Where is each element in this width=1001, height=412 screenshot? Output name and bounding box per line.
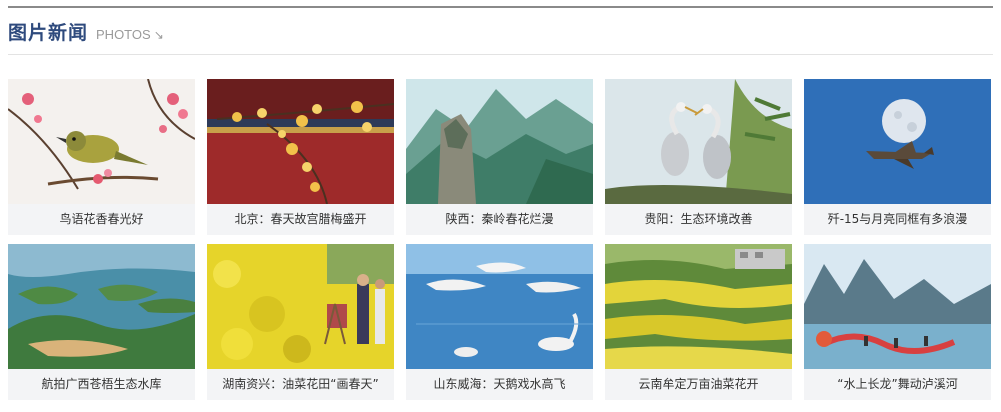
- photo-caption[interactable]: 贵阳：生态环境改善: [605, 204, 792, 235]
- photo-thumbnail[interactable]: [8, 244, 195, 369]
- photo-caption[interactable]: 云南牟定万亩油菜花开: [605, 369, 792, 400]
- section-title[interactable]: 图片新闻: [8, 18, 88, 45]
- photo-caption[interactable]: 湖南资兴：油菜花田“画春天”: [207, 369, 394, 400]
- bird-on-blossom-image: [8, 79, 195, 204]
- photo-card[interactable]: 北京：春天故宫腊梅盛开: [207, 79, 394, 235]
- qinling-mountains-image: [406, 79, 593, 204]
- wintersweet-palace-image: [207, 79, 394, 204]
- photo-card[interactable]: 歼-15与月亮同框有多浪漫: [804, 79, 991, 235]
- photo-thumbnail[interactable]: [207, 79, 394, 204]
- herons-image: [605, 79, 792, 204]
- rapeseed-painters-image: [207, 244, 394, 369]
- photo-thumbnail[interactable]: [207, 244, 394, 369]
- photo-thumbnail[interactable]: [605, 244, 792, 369]
- photo-thumbnail[interactable]: [406, 244, 593, 369]
- terraced-fields-image: [605, 244, 792, 369]
- photo-card[interactable]: 贵阳：生态环境改善: [605, 79, 792, 235]
- jet-and-moon-image: [804, 79, 991, 204]
- photo-caption[interactable]: 歼-15与月亮同框有多浪漫: [804, 204, 991, 235]
- photo-card[interactable]: 山东威海：天鹅戏水高飞: [406, 244, 593, 400]
- photo-card[interactable]: 陕西：秦岭春花烂漫: [406, 79, 593, 235]
- photo-thumbnail[interactable]: [406, 79, 593, 204]
- photo-card[interactable]: 鸟语花香春光好: [8, 79, 195, 235]
- photo-card[interactable]: 湖南资兴：油菜花田“画春天”: [207, 244, 394, 400]
- photo-thumbnail[interactable]: [804, 79, 991, 204]
- photo-card[interactable]: 云南牟定万亩油菜花开: [605, 244, 792, 400]
- header-divider: [8, 54, 993, 55]
- photo-caption[interactable]: 陕西：秦岭春花烂漫: [406, 204, 593, 235]
- photo-caption[interactable]: “水上长龙”舞动泸溪河: [804, 369, 991, 400]
- photo-thumbnail[interactable]: [8, 79, 195, 204]
- top-divider: [8, 6, 993, 8]
- arrow-down-right-icon[interactable]: ↘: [154, 28, 164, 42]
- section-header: 图片新闻 PHOTOS ↘: [8, 18, 164, 46]
- photo-thumbnail[interactable]: [605, 79, 792, 204]
- photo-caption[interactable]: 山东威海：天鹅戏水高飞: [406, 369, 593, 400]
- photo-thumbnail[interactable]: [804, 244, 991, 369]
- photo-caption[interactable]: 鸟语花香春光好: [8, 204, 195, 235]
- photo-caption[interactable]: 航拍广西苍梧生态水库: [8, 369, 195, 400]
- section-subtitle[interactable]: PHOTOS: [96, 27, 151, 42]
- photo-caption[interactable]: 北京：春天故宫腊梅盛开: [207, 204, 394, 235]
- dragon-dance-image: [804, 244, 991, 369]
- photo-card[interactable]: “水上长龙”舞动泸溪河: [804, 244, 991, 400]
- photo-card[interactable]: 航拍广西苍梧生态水库: [8, 244, 195, 400]
- swans-image: [406, 244, 593, 369]
- aerial-reservoir-image: [8, 244, 195, 369]
